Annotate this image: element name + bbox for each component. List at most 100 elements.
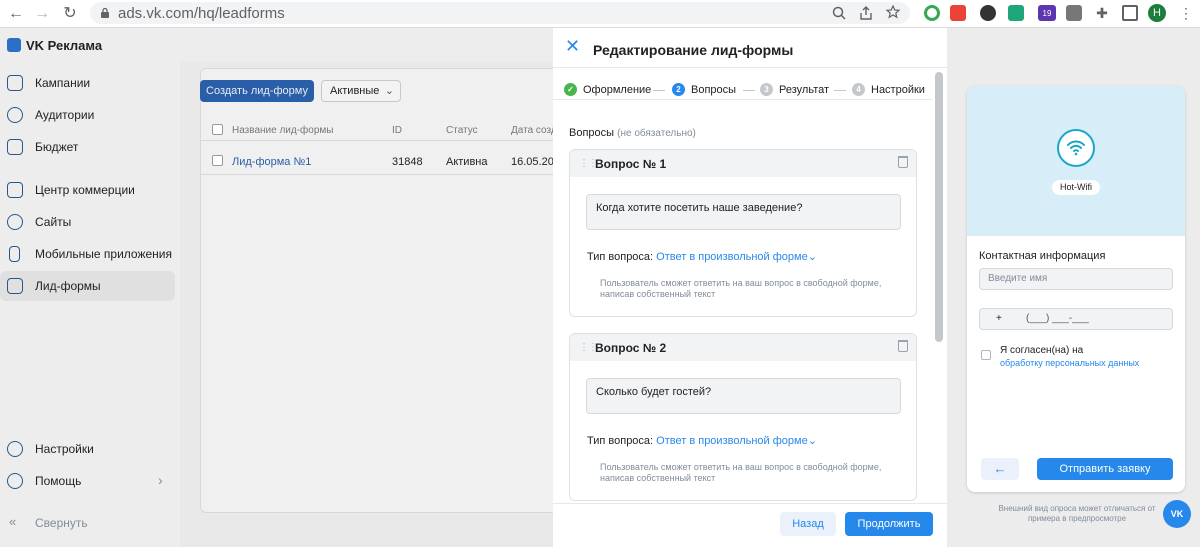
question-text-field[interactable]: Когда хотите посетить наше заведение? (586, 194, 901, 230)
phone-input[interactable]: + (___) ___-___ (979, 308, 1173, 330)
name-input[interactable]: Введите имя (979, 268, 1173, 290)
sidebar-item-label: Сайты (35, 215, 72, 229)
column-header-date[interactable]: Дата созд (511, 125, 557, 136)
extension-green-circle-icon[interactable] (924, 5, 940, 21)
preview-back-button[interactable]: ← (981, 458, 1019, 480)
step-result[interactable]: Результат (779, 84, 829, 96)
reload-icon[interactable]: ↻ (60, 4, 80, 24)
profile-avatar[interactable]: H (1148, 4, 1166, 22)
step-divider (743, 90, 755, 91)
question-type: Тип вопроса: Ответ в произвольной форме⌄ (587, 434, 817, 447)
step-questions[interactable]: Вопросы (691, 84, 736, 96)
column-header-id[interactable]: ID (392, 125, 402, 136)
question-text: Сколько будет гостей? (596, 386, 712, 398)
extension-badge-count: 19 (1042, 9, 1052, 18)
puzzle-icon[interactable]: ✚ (1094, 5, 1110, 21)
sidebar-item-mobile-apps[interactable]: Мобильные приложения (0, 239, 175, 269)
sidebar-collapse[interactable]: « Свернуть (0, 508, 175, 538)
sidebar-item-label: Центр коммерции (35, 183, 135, 197)
modal-footer: Назад Продолжить (553, 503, 947, 547)
vk-chat-button[interactable]: VK (1163, 500, 1191, 528)
question-card: ⋮⋮ Вопрос № 2 Сколько будет гостей? Тип … (569, 333, 917, 501)
leadform-name-link[interactable]: Лид-форма №1 (232, 156, 311, 168)
sidepanel-icon[interactable] (1122, 5, 1138, 21)
sidebar-item-sites[interactable]: Сайты (0, 207, 175, 237)
back-arrow-icon[interactable]: ← (6, 4, 26, 24)
table-divider (201, 140, 559, 141)
column-header-status[interactable]: Статус (446, 125, 478, 136)
edit-leadform-modal: ✕ Редактирование лид-формы ✓ Оформление … (553, 28, 947, 547)
extension-dark-icon[interactable] (980, 5, 996, 21)
name-placeholder: Введите имя (988, 273, 1048, 284)
question-type-label: Тип вопроса: (587, 435, 654, 447)
zoom-icon[interactable] (832, 6, 846, 20)
contact-title: Контактная информация (979, 250, 1106, 262)
sidebar-item-settings[interactable]: Настройки (0, 434, 175, 464)
continue-button[interactable]: Продолжить (845, 512, 933, 536)
create-leadform-button[interactable]: Создать лид-форму (200, 80, 314, 102)
close-icon[interactable]: ✕ (565, 37, 581, 55)
question-type-hint: Пользователь сможет ответить на ваш вопр… (600, 462, 882, 483)
extension-red-icon[interactable] (950, 5, 966, 21)
scrollbar[interactable] (935, 72, 943, 342)
select-all-checkbox[interactable] (212, 124, 223, 135)
question-text-field[interactable]: Сколько будет гостей? (586, 378, 901, 414)
forward-arrow-icon[interactable]: → (32, 4, 52, 24)
modal-header: ✕ Редактирование лид-формы (553, 28, 947, 68)
stepper: ✓ Оформление 2 Вопросы 3 Результат 4 Нас… (553, 68, 933, 100)
sidebar-item-audiences[interactable]: Аудитории (0, 100, 175, 130)
sidebar-item-commerce[interactable]: Центр коммерции (0, 175, 175, 205)
question-type-dropdown[interactable]: Ответ в произвольной форме (656, 251, 808, 263)
share-icon[interactable] (860, 6, 872, 20)
wallet-icon (7, 139, 23, 155)
submit-request-button[interactable]: Отправить заявку (1037, 458, 1173, 480)
sidebar-item-help[interactable]: Помощь › (0, 466, 175, 496)
step-number: 2 (672, 83, 685, 96)
trash-icon[interactable] (898, 340, 908, 352)
privacy-policy-link[interactable]: обработку персональных данных (1000, 358, 1139, 368)
back-button[interactable]: Назад (780, 512, 836, 536)
question-title: Вопрос № 1 (595, 157, 667, 171)
section-title-text: Вопросы (569, 127, 615, 139)
lock-icon (101, 7, 109, 18)
step-settings[interactable]: Настройки (871, 84, 925, 96)
sidebar-item-budget[interactable]: Бюджет (0, 132, 175, 162)
shopping-cart-icon (7, 182, 23, 198)
collapse-icon: « (9, 514, 17, 529)
browser-toolbar: ← → ↻ ads.vk.com/hq/leadforms 19 ✚ H ⋮ (0, 0, 1200, 28)
leadform-status: Активна (446, 156, 488, 168)
step-divider (653, 90, 665, 91)
question-type-hint: Пользователь сможет ответить на ваш вопр… (600, 278, 882, 299)
sidebar-item-label: Бюджет (35, 140, 79, 154)
step-design[interactable]: Оформление (583, 84, 651, 96)
globe-icon (7, 214, 23, 230)
questions-scroll-area[interactable]: Вопросы (не обязательно) ⋮⋮ Вопрос № 1 К… (553, 101, 933, 501)
sidebar-item-leadforms[interactable]: Лид-формы (0, 271, 175, 301)
cart-icon (7, 75, 23, 91)
question-card: ⋮⋮ Вопрос № 1 Когда хотите посетить наше… (569, 149, 917, 317)
section-optional-note: (не обязательно) (617, 128, 696, 139)
trash-icon[interactable] (898, 156, 908, 168)
question-title: Вопрос № 2 (595, 341, 667, 355)
sidebar-item-label: Помощь (35, 474, 82, 488)
more-menu-icon[interactable]: ⋮ (1178, 5, 1194, 21)
extension-badge-icon[interactable]: 19 (1038, 5, 1056, 21)
extension-teal-icon[interactable] (1008, 5, 1024, 21)
chevron-down-icon: ⌄ (384, 85, 394, 97)
question-type-label: Тип вопроса: (587, 251, 654, 263)
modal-title: Редактирование лид-формы (593, 42, 794, 58)
phone-preview: Hot-Wifi Контактная информация Введите и… (967, 86, 1185, 492)
row-checkbox[interactable] (212, 155, 223, 166)
sidebar-item-campaigns[interactable]: Кампании (0, 68, 175, 98)
bookmark-star-icon[interactable] (886, 5, 900, 19)
column-header-name[interactable]: Название лид-формы (232, 125, 333, 136)
question-type: Тип вопроса: Ответ в произвольной форме⌄ (587, 250, 817, 263)
question-type-dropdown[interactable]: Ответ в произвольной форме (656, 435, 808, 447)
phone-mask: (___) ___-___ (1026, 313, 1089, 324)
step-done-check-icon: ✓ (564, 83, 577, 96)
extension-gray-icon[interactable] (1066, 5, 1082, 21)
consent-checkbox[interactable] (981, 350, 991, 360)
status-filter-select[interactable]: Активные ⌄ (321, 80, 401, 102)
address-bar[interactable]: ads.vk.com/hq/leadforms (90, 2, 910, 24)
section-title: Вопросы (не обязательно) (569, 127, 696, 139)
